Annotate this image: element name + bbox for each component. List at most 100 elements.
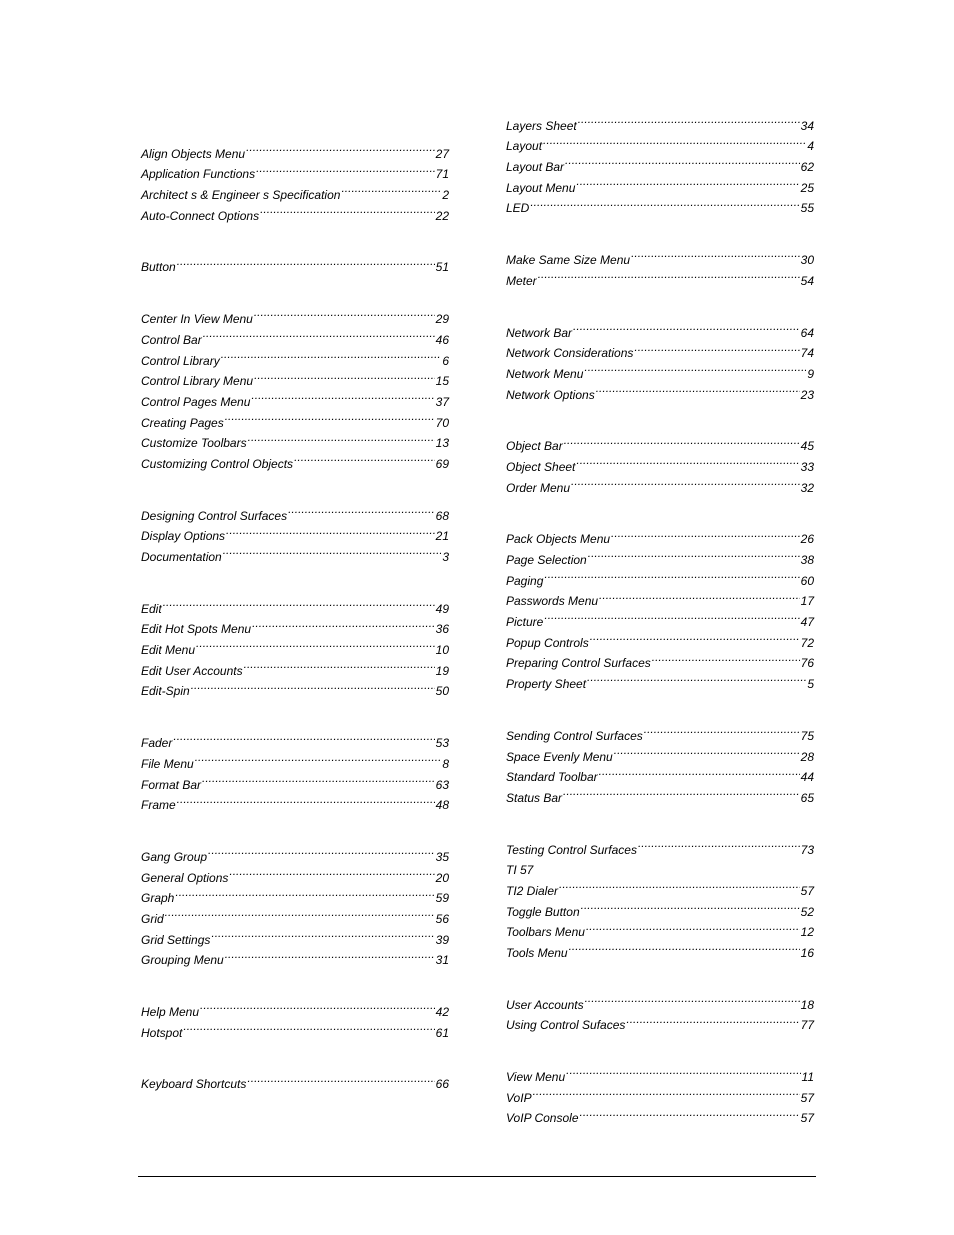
page-number: 77 bbox=[800, 1018, 814, 1033]
page-number: 48 bbox=[435, 798, 449, 813]
dot-leader bbox=[225, 944, 435, 965]
dot-leader bbox=[584, 357, 806, 378]
index-entry[interactable]: TI2 Dialer 57 bbox=[506, 874, 814, 898]
dot-leader bbox=[223, 540, 442, 561]
dot-leader bbox=[530, 192, 799, 213]
index-group-b: Button 51 bbox=[141, 251, 449, 275]
page-number: 60 bbox=[800, 573, 814, 588]
index-entry[interactable]: Graph59 bbox=[141, 882, 449, 906]
page-number: 63 bbox=[435, 777, 449, 792]
index-entry[interactable]: LED 55 bbox=[506, 192, 814, 216]
index-entry[interactable]: Passwords Menu17 bbox=[506, 585, 814, 609]
dot-leader bbox=[559, 874, 800, 895]
index-entry[interactable]: Gang Group 35 bbox=[141, 840, 449, 864]
dot-leader bbox=[611, 523, 800, 544]
index-entry[interactable]: Layers Sheet34 bbox=[506, 109, 814, 133]
dot-leader bbox=[586, 916, 800, 937]
index-entry[interactable]: Help Menu42 bbox=[141, 995, 449, 1019]
index-group-t: Testing Control Surfaces73TI 57TI2 Diale… bbox=[506, 833, 814, 960]
index-entry[interactable]: Keyboard Shortcuts 66 bbox=[141, 1068, 449, 1092]
page-number: 26 bbox=[800, 532, 814, 547]
index-entry[interactable]: VoIP Console 57 bbox=[506, 1102, 814, 1126]
index-group-l: Layers Sheet34Layout4Layout Bar62Layout … bbox=[506, 109, 814, 216]
dot-leader bbox=[599, 761, 800, 782]
index-term: Edit-Spin bbox=[141, 684, 190, 699]
dot-leader bbox=[191, 675, 435, 696]
page-number: 54 bbox=[800, 273, 814, 288]
index-entry[interactable]: Sending Control Surfaces75 bbox=[506, 719, 814, 743]
index-term: User Accounts bbox=[506, 997, 584, 1012]
index-entry[interactable]: VoIP 57 bbox=[506, 1081, 814, 1105]
index-term: Keyboard Shortcuts bbox=[141, 1077, 247, 1092]
index-term: Object Sheet bbox=[506, 459, 576, 474]
index-group-m: Make Same Size Menu30 Meter 54 bbox=[506, 243, 814, 288]
page-number: 57 bbox=[800, 1111, 814, 1126]
page-number: 57 bbox=[800, 1090, 814, 1105]
page-number: 32 bbox=[800, 480, 814, 495]
page-number: 44 bbox=[800, 770, 814, 785]
page-number: 10 bbox=[435, 643, 449, 658]
index-entry[interactable]: TI 57 bbox=[506, 854, 814, 877]
page-number: 6 bbox=[442, 353, 449, 368]
index-entry[interactable]: Network Bar 64 bbox=[506, 316, 814, 340]
index-term: Paging bbox=[506, 573, 544, 588]
index-entry[interactable]: Hotspot 61 bbox=[141, 1016, 449, 1040]
index-entry[interactable]: Frame 48 bbox=[141, 789, 449, 813]
index-entry[interactable]: Object Bar 45 bbox=[506, 430, 814, 454]
page-number: 36 bbox=[435, 622, 449, 637]
index-entry[interactable]: User Accounts 18 bbox=[506, 988, 814, 1012]
page-number: 57 bbox=[800, 883, 814, 898]
index-entry[interactable]: Meter 54 bbox=[506, 264, 814, 288]
index-group-g: Gang Group35General Options20Graph59Grid… bbox=[141, 840, 449, 967]
footer-rule bbox=[138, 1176, 816, 1177]
dot-leader bbox=[599, 585, 800, 606]
page-number: 70 bbox=[435, 415, 449, 430]
dot-leader bbox=[251, 385, 434, 406]
page-number: 23 bbox=[800, 387, 814, 402]
index-entry[interactable]: Designing Control Surfaces68 bbox=[141, 499, 449, 523]
page-number: 69 bbox=[435, 456, 449, 471]
index-entry[interactable]: Grid Settings 39 bbox=[141, 923, 449, 947]
index-entry[interactable]: Layout 4 bbox=[506, 130, 814, 154]
page-number: 31 bbox=[435, 953, 449, 968]
index-entry[interactable]: Grid 56 bbox=[141, 902, 449, 926]
index-entry[interactable]: Button 51 bbox=[141, 251, 449, 275]
page-number: 2 bbox=[442, 188, 449, 203]
dot-leader bbox=[563, 781, 800, 802]
index-term: Frame bbox=[141, 798, 176, 813]
index-entry[interactable]: Pack Objects Menu26 bbox=[506, 523, 814, 547]
index-entry[interactable]: View Menu11 bbox=[506, 1060, 814, 1084]
page-number: 25 bbox=[800, 180, 814, 195]
page-number: 19 bbox=[435, 663, 449, 678]
page-number: 15 bbox=[435, 374, 449, 389]
page-number: 3 bbox=[442, 550, 449, 564]
dot-leader bbox=[203, 323, 435, 344]
index-entry[interactable]: Layout Bar 62 bbox=[506, 150, 814, 174]
index-entry[interactable]: Align Objects Menu 27 bbox=[141, 137, 449, 161]
page-number: 27 bbox=[435, 146, 449, 161]
index-entry[interactable]: Center In View Menu29 bbox=[141, 302, 449, 326]
index-entry[interactable]: Edit Hot Spots Menu36 bbox=[141, 613, 449, 637]
index-entry[interactable]: Testing Control Surfaces73 bbox=[506, 833, 814, 857]
page-number: 20 bbox=[435, 870, 449, 885]
index-entry[interactable]: Fader53 bbox=[141, 726, 449, 750]
index-term: Network Bar bbox=[506, 325, 573, 340]
index-entry[interactable]: Make Same Size Menu30 bbox=[506, 243, 814, 267]
page-number: 75 bbox=[800, 728, 814, 743]
index-entry[interactable]: Paging 60 bbox=[506, 564, 814, 588]
index-entry[interactable]: Edit 49 bbox=[141, 592, 449, 616]
index-term: Hotspot bbox=[141, 1025, 183, 1040]
index-term: Control Library Menu bbox=[141, 374, 254, 389]
index-entry[interactable]: Popup Controls 72 bbox=[506, 626, 814, 650]
index-term: Property Sheet bbox=[506, 677, 587, 692]
index-entry[interactable]: File Menu 8 bbox=[141, 747, 449, 771]
index-entry[interactable]: Picture 47 bbox=[506, 605, 814, 629]
dot-leader bbox=[534, 854, 813, 875]
index-term: Button bbox=[141, 260, 176, 275]
index-group-n: Network Bar64Network Considerations74Net… bbox=[506, 316, 814, 402]
dot-leader bbox=[177, 251, 435, 272]
dot-leader bbox=[626, 1009, 799, 1030]
dot-leader bbox=[590, 626, 800, 647]
dot-leader bbox=[638, 833, 800, 854]
index-column-right: Layers Sheet34Layout4Layout Bar62Layout … bbox=[506, 109, 814, 1126]
